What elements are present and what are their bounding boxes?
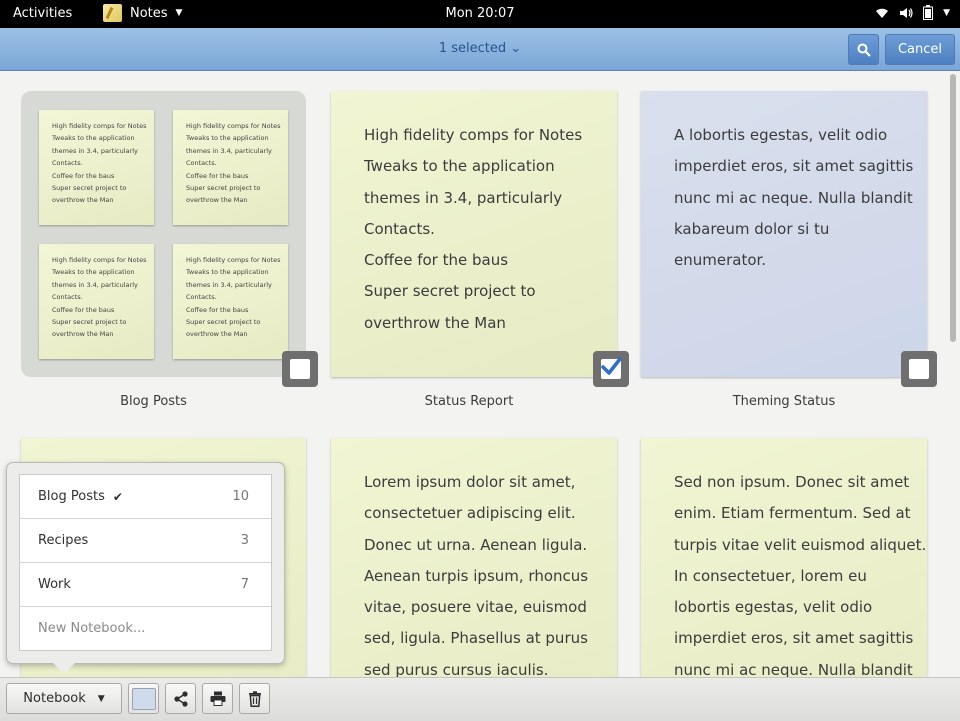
notebook-count: 7 xyxy=(240,577,249,592)
scrollbar[interactable] xyxy=(950,74,956,342)
selection-toolbar: Notebook ▼ xyxy=(0,677,960,721)
notebook-count: 10 xyxy=(232,489,249,504)
note-card-status-report[interactable]: High fidelity comps for Notes Tweaks to t… xyxy=(331,91,617,377)
app-menu-label: Notes xyxy=(130,5,168,21)
note-card-sed-non[interactable]: Sed non ipsum. Donec sit amet enim. Etiam… xyxy=(641,438,927,677)
notebook-popover: Blog Posts ✔ 10 Recipes 3 Work 7 New Not… xyxy=(6,462,285,664)
note-card-lorem[interactable]: Lorem ipsum dolor sit amet, consectetuer … xyxy=(331,438,617,677)
item-caption: Status Report xyxy=(424,394,514,409)
notebook-button-label: Notebook xyxy=(23,691,86,706)
mini-note: High fidelity comps for Notes Tweaks to t… xyxy=(173,244,288,359)
header-bar: 1 selected ⌄ Cancel xyxy=(0,28,960,71)
caret-down-icon: ▼ xyxy=(175,8,183,18)
notebook-list: Blog Posts ✔ 10 Recipes 3 Work 7 New Not… xyxy=(19,474,272,651)
trash-icon xyxy=(248,690,261,707)
notebook-row-blog-posts[interactable]: Blog Posts ✔ 10 xyxy=(20,475,271,519)
wifi-icon xyxy=(876,8,889,18)
item-caption: Blog Posts xyxy=(120,394,187,409)
caret-down-icon: ▼ xyxy=(97,693,105,704)
checkmark-icon xyxy=(601,357,622,375)
checkmark-icon: ✔ xyxy=(112,489,123,504)
volume-icon xyxy=(900,7,913,18)
color-swatch xyxy=(131,687,156,710)
chevron-down-icon: ⌄ xyxy=(510,41,522,56)
notebook-count: 3 xyxy=(240,533,249,548)
notebook-name: Work xyxy=(38,577,71,592)
checkbox-box xyxy=(601,357,622,379)
search-button[interactable] xyxy=(848,34,879,65)
notes-app-icon xyxy=(103,4,122,22)
mini-note: High fidelity comps for Notes Tweaks to t… xyxy=(39,110,154,225)
notebook-row-recipes[interactable]: Recipes 3 xyxy=(20,519,271,563)
mini-note: High fidelity comps for Notes Tweaks to t… xyxy=(173,110,288,225)
mini-note: High fidelity comps for Notes Tweaks to t… xyxy=(39,244,154,359)
top-bar: Activities Notes ▼ Mon 20:07 ▼ xyxy=(0,0,960,28)
item-caption: Theming Status xyxy=(732,394,836,409)
app-menu[interactable]: Notes ▼ xyxy=(103,4,182,22)
checkbox-box xyxy=(909,359,929,379)
activities-button[interactable]: Activities xyxy=(13,6,72,21)
share-button[interactable] xyxy=(165,683,196,714)
cancel-button[interactable]: Cancel xyxy=(885,34,955,65)
notebook-button[interactable]: Notebook ▼ xyxy=(6,683,122,714)
print-button[interactable] xyxy=(202,683,233,714)
print-icon xyxy=(210,691,225,706)
battery-icon xyxy=(923,5,934,20)
note-card-theming-status[interactable]: A lobortis egestas, velit odio imperdiet … xyxy=(641,91,927,377)
select-checkbox-blog-posts[interactable] xyxy=(282,351,318,387)
new-notebook-entry[interactable]: New Notebook... xyxy=(20,607,271,650)
notebook-tile-blog-posts[interactable]: High fidelity comps for Notes Tweaks to t… xyxy=(21,91,306,377)
delete-button[interactable] xyxy=(239,683,270,714)
clock[interactable]: Mon 20:07 xyxy=(445,6,514,21)
notebook-name: Recipes xyxy=(38,533,89,548)
selection-menu[interactable]: 1 selected ⌄ xyxy=(439,41,521,56)
checkbox-box xyxy=(290,359,310,379)
select-checkbox-status-report[interactable] xyxy=(593,351,629,387)
new-notebook-placeholder: New Notebook... xyxy=(38,621,146,636)
notebook-name: Blog Posts xyxy=(38,489,105,504)
chevron-down-icon: ▼ xyxy=(943,7,950,18)
notebook-row-work[interactable]: Work 7 xyxy=(20,563,271,607)
search-icon xyxy=(857,43,871,57)
color-button[interactable] xyxy=(128,683,159,714)
popover-arrow xyxy=(51,661,77,674)
status-menu[interactable]: ▼ xyxy=(875,5,950,20)
share-icon xyxy=(173,690,188,707)
select-checkbox-theming-status[interactable] xyxy=(901,351,937,387)
